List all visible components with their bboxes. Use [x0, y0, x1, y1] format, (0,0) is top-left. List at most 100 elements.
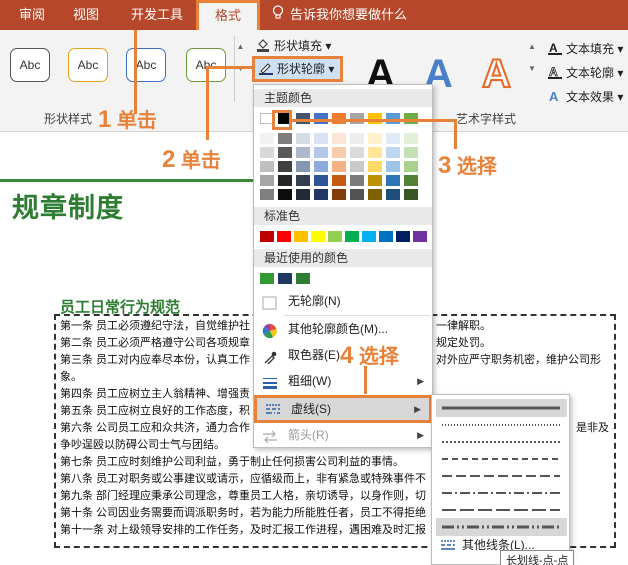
theme-tint-swatch[interactable] — [314, 161, 328, 172]
theme-tint-swatch[interactable] — [296, 161, 310, 172]
standard-color-swatch[interactable] — [277, 231, 291, 242]
standard-color-swatch[interactable] — [260, 231, 274, 242]
doc-line: 第九条 部门经理应秉承公司理念，尊重员工人格，亲切诱导，以身作则，切 — [60, 490, 427, 502]
tab-review[interactable]: 审阅 — [12, 0, 52, 30]
theme-tint-swatch[interactable] — [332, 161, 346, 172]
theme-tint-swatch[interactable] — [278, 133, 292, 144]
dash-style-option[interactable] — [436, 467, 567, 485]
scroll-up-icon[interactable]: ▲ — [235, 36, 246, 58]
theme-tint-swatch[interactable] — [386, 175, 400, 186]
text-outline-button[interactable]: A 文本轮廓 ▾ — [548, 64, 623, 81]
shape-styles-scrollbar[interactable]: ▲ ▼ — [234, 36, 246, 102]
theme-tint-swatch[interactable] — [296, 189, 310, 200]
dash-style-option[interactable] — [436, 399, 567, 417]
theme-tint-swatch[interactable] — [278, 161, 292, 172]
theme-tint-swatch[interactable] — [404, 133, 418, 144]
theme-tint-swatch[interactable] — [386, 133, 400, 144]
callout-line-4 — [364, 366, 367, 394]
theme-tint-swatch[interactable] — [368, 175, 382, 186]
chevron-down-icon: ▾ — [614, 42, 624, 56]
wordart-scrollbar[interactable]: ▲ ▼ — [526, 36, 538, 102]
more-outline-colors-item[interactable]: 其他轮廓颜色(M)... — [254, 317, 432, 341]
theme-tint-swatch[interactable] — [314, 175, 328, 186]
theme-tint-swatch[interactable] — [386, 189, 400, 200]
theme-tint-swatch[interactable] — [260, 189, 274, 200]
theme-tint-swatch[interactable] — [332, 133, 346, 144]
callout-line-1 — [134, 30, 137, 114]
step-1-number: 1 — [98, 106, 112, 133]
theme-tint-swatch[interactable] — [350, 189, 364, 200]
theme-tint-swatch[interactable] — [404, 161, 418, 172]
theme-tint-swatch[interactable] — [404, 175, 418, 186]
standard-color-swatch[interactable] — [396, 231, 410, 242]
tab-view[interactable]: 视图 — [66, 0, 106, 30]
dash-style-option[interactable] — [436, 450, 567, 468]
no-outline-item[interactable]: 无轮廓(N) — [254, 289, 432, 313]
theme-tint-swatch[interactable] — [350, 175, 364, 186]
standard-color-swatch[interactable] — [362, 231, 376, 242]
shape-outline-button[interactable]: 形状轮廓 ▾ — [252, 56, 344, 82]
standard-color-swatch[interactable] — [345, 231, 359, 242]
theme-tint-swatch[interactable] — [314, 133, 328, 144]
chevron-right-icon: ▶ — [417, 430, 424, 440]
shape-style-3[interactable]: Abc — [126, 48, 166, 82]
theme-tint-swatch[interactable] — [332, 175, 346, 186]
chevron-down-icon: ▾ — [325, 62, 335, 76]
scroll-up-icon[interactable]: ▲ — [526, 36, 538, 58]
arrows-item[interactable]: 箭头(R) ▶ — [254, 423, 432, 447]
theme-tint-swatch[interactable] — [278, 147, 292, 158]
theme-tint-swatch[interactable] — [350, 161, 364, 172]
theme-tint-swatch[interactable] — [314, 147, 328, 158]
theme-tint-swatch[interactable] — [368, 133, 382, 144]
theme-tint-swatch[interactable] — [386, 161, 400, 172]
theme-tint-swatch[interactable] — [350, 147, 364, 158]
theme-tint-swatch[interactable] — [278, 175, 292, 186]
theme-tint-swatch[interactable] — [296, 147, 310, 158]
theme-tint-swatch[interactable] — [386, 147, 400, 158]
text-effect-icon: A — [548, 89, 562, 104]
dash-style-option[interactable] — [436, 518, 567, 536]
dash-style-option[interactable] — [436, 416, 567, 434]
shape-style-1[interactable]: Abc — [10, 48, 50, 82]
standard-color-swatch[interactable] — [379, 231, 393, 242]
theme-tint-swatch[interactable] — [296, 175, 310, 186]
dash-style-option[interactable] — [436, 484, 567, 502]
theme-tint-swatch[interactable] — [332, 147, 346, 158]
theme-tint-swatch[interactable] — [368, 147, 382, 158]
theme-tint-swatch[interactable] — [314, 189, 328, 200]
theme-tint-swatch[interactable] — [368, 161, 382, 172]
scroll-down-icon[interactable]: ▼ — [526, 58, 538, 80]
scroll-down-icon[interactable]: ▼ — [235, 58, 246, 80]
recent-color-swatch[interactable] — [260, 273, 274, 284]
theme-tint-swatch[interactable] — [278, 189, 292, 200]
weight-item[interactable]: 粗细(W) ▶ — [254, 369, 432, 393]
line-settings-icon — [440, 538, 456, 557]
standard-color-swatch[interactable] — [328, 231, 342, 242]
dashes-item[interactable]: 虚线(S) ▶ — [254, 395, 432, 423]
recent-color-swatch[interactable] — [278, 273, 292, 284]
theme-tint-swatch[interactable] — [350, 133, 364, 144]
standard-color-swatch[interactable] — [311, 231, 325, 242]
wordart-style-3[interactable]: A — [481, 51, 512, 97]
text-effect-button[interactable]: A 文本效果 ▾ — [548, 88, 623, 105]
dash-style-option[interactable] — [436, 501, 567, 519]
theme-tint-swatch[interactable] — [368, 189, 382, 200]
recent-color-swatch[interactable] — [296, 273, 310, 284]
theme-tint-swatch[interactable] — [404, 189, 418, 200]
theme-tint-swatch[interactable] — [404, 147, 418, 158]
theme-tint-swatch[interactable] — [260, 133, 274, 144]
theme-tint-swatch[interactable] — [260, 147, 274, 158]
standard-color-swatch[interactable] — [294, 231, 308, 242]
shape-fill-button[interactable]: 形状填充 ▾ — [256, 36, 331, 56]
standard-color-swatch[interactable] — [413, 231, 427, 242]
tab-developer[interactable]: 开发工具 — [122, 0, 192, 30]
theme-tint-swatch[interactable] — [332, 189, 346, 200]
theme-tint-swatch[interactable] — [296, 133, 310, 144]
dash-style-option[interactable] — [436, 433, 567, 451]
tell-me-search[interactable]: 告诉我你想要做什么 — [272, 0, 407, 30]
theme-tint-swatch[interactable] — [260, 161, 274, 172]
tab-format[interactable]: 格式 — [196, 0, 260, 30]
theme-tint-swatch[interactable] — [260, 175, 274, 186]
shape-style-2[interactable]: Abc — [68, 48, 108, 82]
text-fill-button[interactable]: A 文本填充 ▾ — [548, 40, 623, 57]
